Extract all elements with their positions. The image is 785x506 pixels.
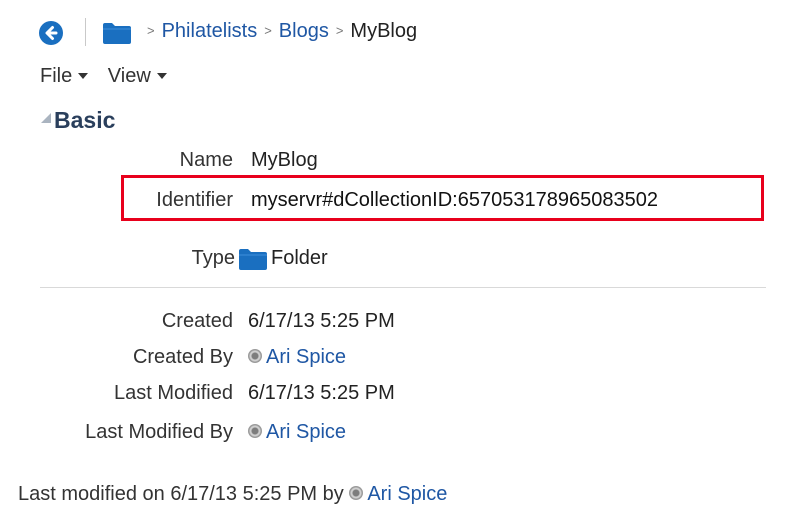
last-modified-value: 6/17/13 5:25 PM bbox=[248, 382, 395, 404]
breadcrumb-separator: > bbox=[335, 23, 344, 38]
created-by-value: Ari Spice bbox=[248, 345, 346, 369]
created-label: Created bbox=[161, 310, 233, 332]
user-presence-icon bbox=[349, 485, 364, 500]
identifier-label: Identifier bbox=[156, 189, 233, 211]
breadcrumb: > Philatelists > Blogs > MyBlog bbox=[140, 19, 417, 45]
divider bbox=[40, 287, 766, 288]
last-modified-label: Last Modified bbox=[114, 382, 233, 404]
last-modified-by-label: Last Modified By bbox=[85, 421, 233, 443]
breadcrumb-philatelists[interactable]: Philatelists bbox=[162, 20, 258, 42]
toolbar-separator bbox=[85, 18, 86, 46]
breadcrumb-current: MyBlog bbox=[350, 20, 418, 42]
breadcrumb-blogs[interactable]: Blogs bbox=[279, 20, 329, 42]
breadcrumb-separator: > bbox=[147, 23, 155, 38]
file-menu[interactable]: File bbox=[40, 64, 89, 88]
footer-by: by bbox=[322, 483, 344, 505]
folder-icon bbox=[238, 247, 268, 276]
created-by-user-link[interactable]: Ari Spice bbox=[266, 346, 346, 368]
last-modified-by-user-link[interactable]: Ari Spice bbox=[266, 421, 346, 443]
chevron-down-icon bbox=[156, 73, 167, 79]
view-menu[interactable]: View bbox=[108, 64, 167, 88]
section-title: Basic bbox=[54, 107, 116, 133]
user-presence-icon bbox=[248, 348, 262, 363]
name-value: MyBlog bbox=[251, 149, 318, 171]
folder-icon bbox=[102, 21, 132, 50]
view-menu-label: View bbox=[107, 65, 151, 87]
type-value: Folder bbox=[271, 247, 328, 269]
back-arrow-icon[interactable] bbox=[39, 21, 63, 45]
created-value: 6/17/13 5:25 PM bbox=[248, 310, 395, 332]
collapse-triangle-icon[interactable] bbox=[40, 111, 52, 129]
chevron-down-icon bbox=[78, 73, 89, 79]
file-menu-label: File bbox=[40, 65, 73, 87]
menu-bar: File View bbox=[40, 64, 181, 88]
name-label: Name bbox=[179, 149, 233, 171]
created-by-label: Created By bbox=[132, 346, 233, 368]
type-label: Type bbox=[191, 247, 235, 269]
footer-modified: Last modified on 6/17/13 5:25 PM by Ari … bbox=[18, 482, 447, 506]
footer-user-link[interactable]: Ari Spice bbox=[367, 483, 447, 505]
breadcrumb-separator: > bbox=[264, 23, 272, 38]
user-presence-icon bbox=[248, 423, 262, 438]
identifier-value: myservr#dCollectionID:657053178965083502 bbox=[251, 189, 658, 211]
footer-modified-text: Last modified on 6/17/13 5:25 PM bbox=[18, 483, 318, 505]
last-modified-by-value: Ari Spice bbox=[248, 420, 346, 444]
